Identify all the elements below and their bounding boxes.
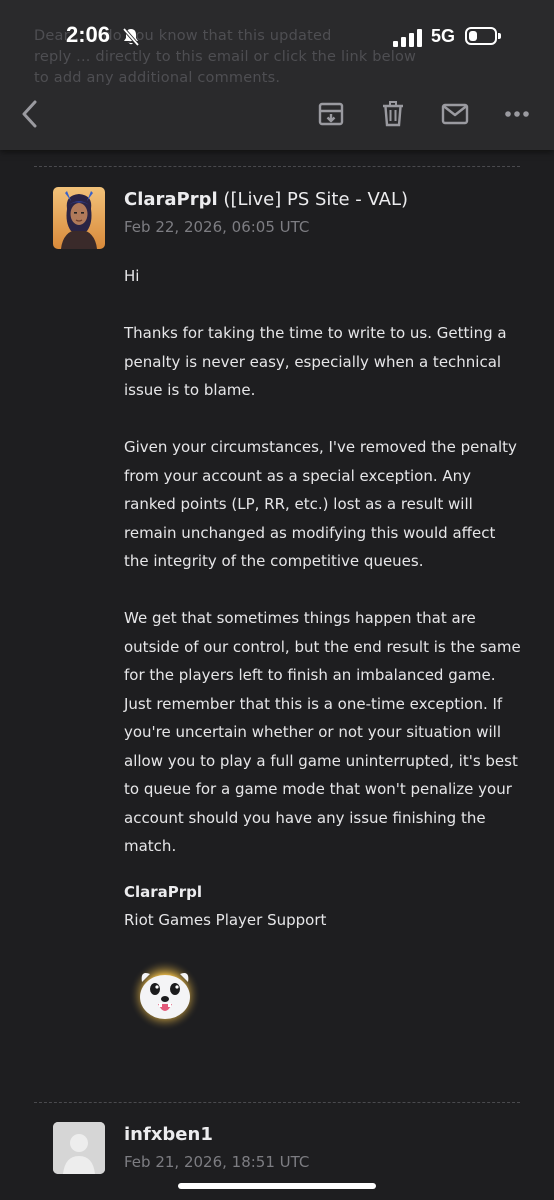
paragraph-text: Thanks for taking the time to write to u… [124, 324, 507, 399]
more-button[interactable] [499, 96, 535, 132]
message-date: Feb 22, 2026, 06:05 UTC [124, 218, 310, 236]
background-text-line: reply ... directly to this email or clic… [34, 49, 417, 65]
message-paragraph: We get that sometimes things happen that… [124, 604, 524, 861]
mail-button[interactable] [437, 96, 473, 132]
sender-tag: ([Live] PS Site - VAL) [223, 189, 408, 210]
sender-name: infxben1 [124, 1124, 213, 1145]
chevron-left-icon [22, 100, 37, 128]
paragraph-text: We get that sometimes things happen that… [124, 609, 521, 855]
message-date: Feb 21, 2026, 18:51 UTC [124, 1153, 310, 1171]
message-divider [34, 166, 520, 167]
signal-icon [393, 29, 423, 47]
poro-sticker-icon [128, 958, 202, 1032]
message-paragraph: Given your circumstances, I've removed t… [124, 433, 524, 576]
more-icon [505, 111, 529, 117]
back-button[interactable] [12, 96, 48, 132]
home-indicator[interactable] [178, 1183, 376, 1189]
sender-name-text: ClaraPrpl [124, 189, 218, 210]
battery-fill [469, 31, 477, 41]
status-time: 2:06 [66, 22, 111, 47]
mail-icon [441, 103, 469, 125]
top-bar: Dear ... , do you know that this updated… [0, 0, 554, 150]
sender-avatar [53, 1122, 105, 1174]
battery-icon [465, 27, 501, 45]
message-greeting: Hi [124, 262, 524, 291]
trash-button[interactable] [375, 96, 411, 132]
message-paragraph: Thanks for taking the time to write to u… [124, 319, 524, 405]
signature-name: ClaraPrpl [124, 883, 203, 901]
network-type: 5G [431, 26, 456, 46]
archive-button[interactable] [313, 96, 349, 132]
trash-icon [383, 101, 403, 127]
greeting-text: Hi [124, 267, 140, 285]
signature-org: Riot Games Player Support [124, 911, 327, 929]
sender-name: ClaraPrpl ([Live] PS Site - VAL) [124, 189, 408, 210]
archive-icon [318, 102, 344, 126]
bell-off-icon [121, 27, 141, 51]
sender-avatar [53, 187, 105, 249]
background-text-line: to add any additional comments. [34, 70, 281, 86]
message-divider [34, 1102, 520, 1103]
paragraph-text: Given your circumstances, I've removed t… [124, 438, 517, 570]
